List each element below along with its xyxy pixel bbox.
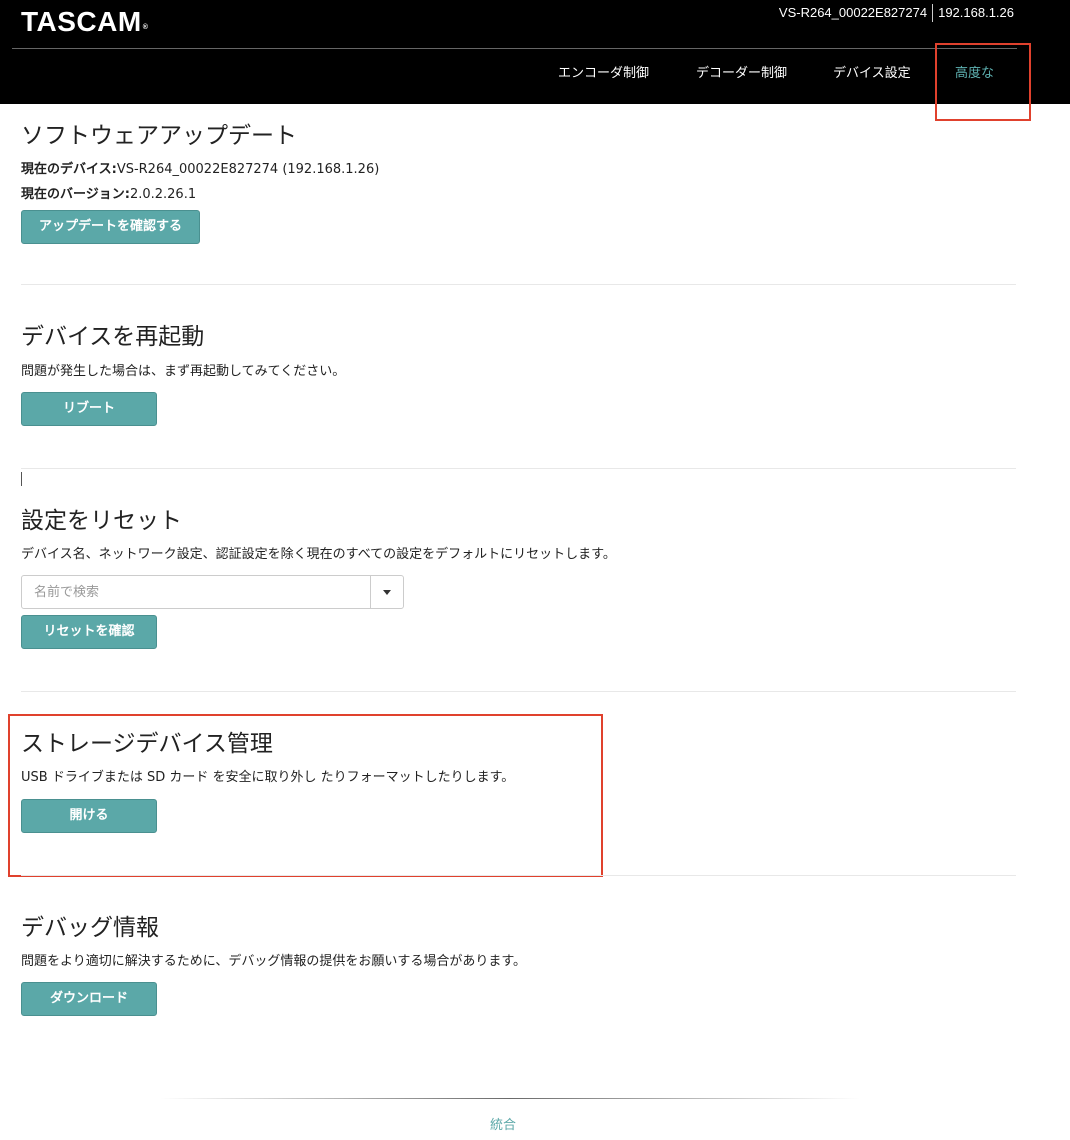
current-version-line: 現在のバージョン:2.0.2.26.1: [21, 185, 196, 205]
header-divider: [12, 48, 1017, 49]
section-divider: [21, 468, 1016, 469]
main-nav: エンコーダ制御 デコーダー制御 デバイス設定 高度な: [0, 62, 1070, 86]
section-divider: [21, 691, 1016, 692]
download-button[interactable]: ダウンロード: [21, 982, 157, 1016]
footer-divider: [160, 1098, 860, 1099]
current-device-line: 現在のデバイス:VS-R264_00022E827274 (192.168.1.…: [21, 160, 379, 180]
device-name: VS-R264_00022E827274: [778, 5, 928, 20]
reset-description: デバイス名、ネットワーク設定、認証設定を除く現在のすべての設定をデフォルトにリセ…: [21, 547, 616, 562]
software-update-title: ソフトウェアアップデート: [21, 123, 297, 149]
storage-description: USB ドライブまたは SD カード を安全に取り外し たりフォーマットしたりし…: [21, 770, 515, 785]
open-storage-button[interactable]: 開ける: [21, 799, 157, 833]
footer-integration-link[interactable]: 統合: [0, 1116, 1006, 1136]
confirm-reset-button[interactable]: リセットを確認: [21, 615, 157, 649]
nav-device-settings[interactable]: デバイス設定: [833, 62, 911, 86]
registered-mark: ®: [142, 24, 149, 31]
tascam-logo[interactable]: TASCAM®: [21, 4, 148, 46]
current-version-label: 現在のバージョン:: [21, 187, 130, 202]
text-cursor: [21, 472, 22, 486]
reboot-button[interactable]: リブート: [21, 392, 157, 426]
device-info: VS-R264_00022E827274 192.168.1.26: [779, 4, 1014, 22]
search-input[interactable]: [22, 576, 370, 608]
device-info-separator: [932, 4, 934, 22]
device-ip: 192.168.1.26: [938, 5, 1014, 20]
current-device-value: VS-R264_00022E827274 (192.168.1.26): [116, 162, 380, 177]
reset-search-select: [21, 575, 404, 609]
caret-down-icon: [383, 590, 391, 595]
restart-title: デバイスを再起動: [21, 324, 205, 350]
nav-decoder-control[interactable]: デコーダー制御: [696, 62, 787, 86]
current-version-value: 2.0.2.26.1: [129, 187, 197, 202]
section-divider: [21, 284, 1016, 285]
storage-title: ストレージデバイス管理: [21, 731, 273, 757]
debug-description: 問題をより適切に解決するために、デバッグ情報の提供をお願いする場合があります。: [21, 954, 527, 969]
brand-name: TASCAM: [21, 6, 142, 37]
top-header: TASCAM® VS-R264_00022E827274 192.168.1.2…: [0, 0, 1070, 104]
debug-title: デバッグ情報: [21, 915, 159, 941]
check-update-button[interactable]: アップデートを確認する: [21, 210, 200, 244]
reset-title: 設定をリセット: [21, 508, 182, 534]
dropdown-toggle[interactable]: [370, 576, 403, 608]
nav-encoder-control[interactable]: エンコーダ制御: [558, 62, 649, 86]
restart-description: 問題が発生した場合は、まず再起動してみてください。: [21, 364, 346, 379]
highlight-box-advanced: [935, 43, 1031, 121]
current-device-label: 現在のデバイス:: [21, 162, 117, 177]
section-divider: [21, 875, 1016, 876]
